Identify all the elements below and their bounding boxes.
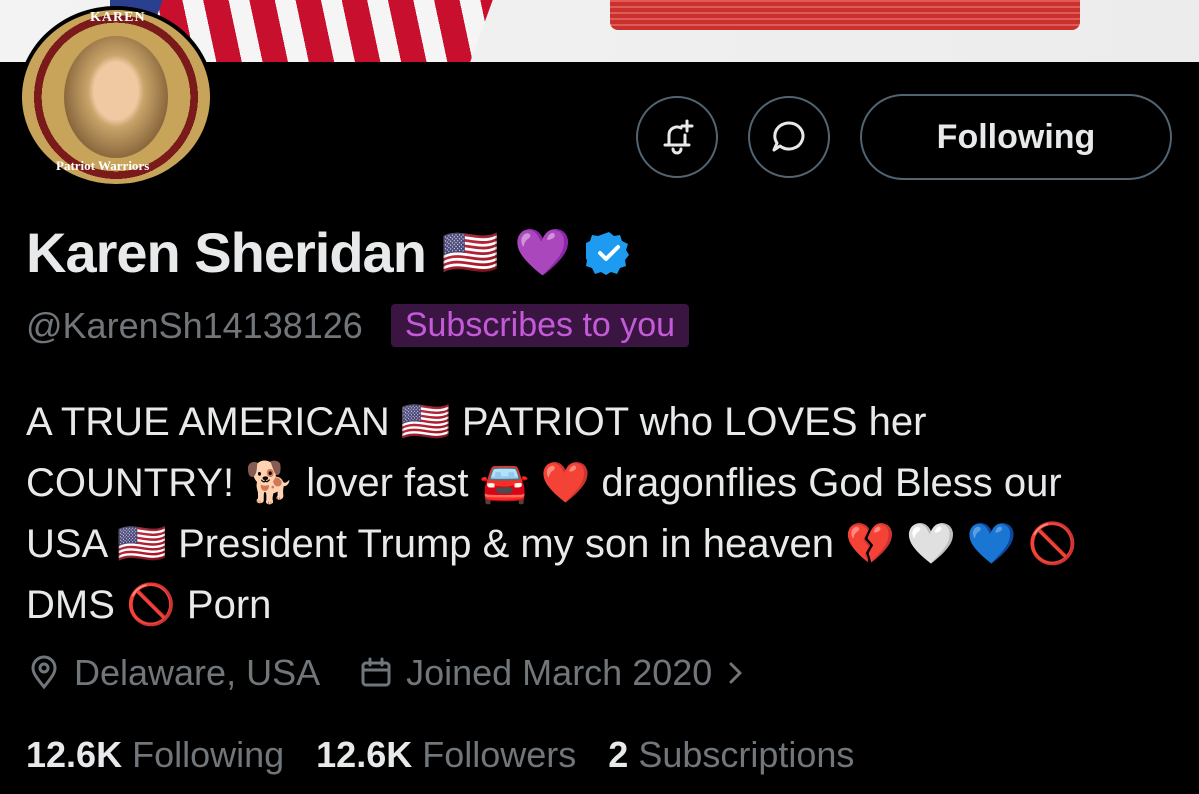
verified-badge-icon[interactable] [586, 230, 632, 276]
notify-button[interactable] [636, 96, 718, 178]
flag-emoji: 🇺🇸 [441, 225, 499, 279]
location-item: Delaware, USA [26, 652, 320, 694]
stat-number: 12.6K [26, 734, 123, 775]
display-name: Karen Sheridan [26, 221, 427, 284]
bio-line: A TRUE AMERICAN 🇺🇸 PATRIOT who LOVES her [26, 400, 927, 444]
avatar-top-text: KAREN [90, 10, 146, 25]
bell-plus-icon [663, 119, 694, 155]
joined-item[interactable]: Joined March 2020 [358, 652, 748, 694]
banner-letters [610, 0, 1080, 30]
bio-line: COUNTRY! 🐕 lover fast 🚘 ❤️ dragonflies G… [26, 461, 1062, 505]
location-text: Delaware, USA [74, 652, 321, 693]
message-bubble-icon [772, 121, 805, 152]
calendar-icon [361, 657, 391, 687]
user-handle: @KarenSh14138126 [26, 304, 363, 346]
profile-stats: 12.6K Following 12.6K Followers 2 Subscr… [26, 734, 886, 776]
stat-number: 2 [608, 734, 629, 775]
avatar-ring-text: Patriot Warriors [56, 158, 150, 173]
stat-number: 12.6K [316, 734, 413, 775]
message-button[interactable] [748, 96, 830, 178]
location-pin-icon [31, 655, 57, 690]
subscribes-badge: Subscribes to you [390, 304, 690, 347]
stat-label: Following [132, 734, 285, 775]
joined-text: Joined March 2020 [406, 652, 713, 693]
profile-bio: A TRUE AMERICAN 🇺🇸 PATRIOT who LOVES her… [26, 392, 1186, 636]
subscriptions-count-link[interactable]: 2 Subscriptions [608, 734, 854, 776]
stat-label: Subscriptions [638, 734, 855, 775]
bio-line: USA 🇺🇸 President Trump & my son in heave… [26, 522, 1078, 566]
profile-name-row: Karen Sheridan 🇺🇸 💜 [26, 220, 632, 285]
stat-label: Followers [422, 734, 577, 775]
bio-line: DMS 🚫 Porn [26, 583, 272, 627]
avatar-photo [64, 36, 168, 158]
profile-meta: Delaware, USA Joined March 2020 [26, 652, 786, 694]
profile-avatar[interactable]: KAREN Patriot Warriors [18, 6, 214, 188]
followers-count-link[interactable]: 12.6K Followers [316, 734, 576, 776]
handle-row: @KarenSh14138126 Subscribes to you [26, 304, 690, 347]
chevron-right-icon [729, 662, 742, 684]
purple-heart-emoji: 💜 [514, 225, 571, 279]
following-count-link[interactable]: 12.6K Following [26, 734, 284, 776]
following-button[interactable]: Following [860, 94, 1172, 180]
